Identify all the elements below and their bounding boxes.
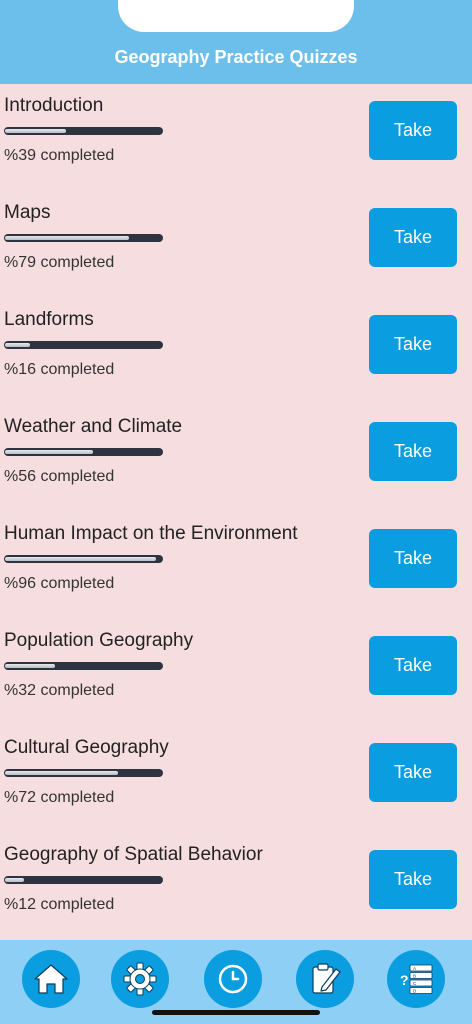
quiz-title: Cultural Geography <box>4 737 169 758</box>
quiz-status: %12 completed <box>4 896 115 913</box>
quiz-title: Landforms <box>4 309 94 330</box>
progress-bar <box>4 127 163 135</box>
quiz-status: %16 completed <box>4 361 115 378</box>
quiz-status: %56 completed <box>4 468 115 485</box>
list-item: Maps %79 completed Take <box>0 191 472 298</box>
progress-bar <box>4 662 163 670</box>
list-item: Landforms %16 completed Take <box>0 298 472 405</box>
quiz-status: %39 completed <box>4 147 115 164</box>
tab-settings[interactable] <box>111 950 169 1008</box>
progress-bar <box>4 341 163 349</box>
device-notch <box>118 0 354 32</box>
list-item: Cultural Geography %72 completed Take <box>0 726 472 833</box>
progress-fill <box>5 343 31 347</box>
take-button[interactable]: Take <box>369 850 457 909</box>
list-item: Introduction %39 completed Take <box>0 84 472 191</box>
tab-history[interactable] <box>204 950 262 1008</box>
quiz-list: Introduction %39 completed Take Maps %79… <box>0 84 472 940</box>
progress-fill <box>5 129 67 133</box>
app-header: Geography Practice Quizzes <box>0 0 472 84</box>
take-button[interactable]: Take <box>369 208 457 267</box>
take-button[interactable]: Take <box>369 743 457 802</box>
quiz-list-icon: ? A B C D <box>400 964 433 994</box>
quiz-title: Maps <box>4 202 51 223</box>
quiz-title: Geography of Spatial Behavior <box>4 844 263 865</box>
svg-text:A: A <box>413 966 416 971</box>
quiz-status: %96 completed <box>4 575 115 592</box>
take-button[interactable]: Take <box>369 315 457 374</box>
clipboard-edit-icon <box>312 963 341 994</box>
progress-fill <box>5 664 56 668</box>
tab-home[interactable] <box>22 950 80 1008</box>
progress-fill <box>5 557 156 561</box>
progress-fill <box>5 236 130 240</box>
progress-fill <box>5 878 24 882</box>
quiz-title: Human Impact on the Environment <box>4 523 298 544</box>
list-item: Human Impact on the Environment %96 comp… <box>0 512 472 619</box>
take-button[interactable]: Take <box>369 101 457 160</box>
quiz-status: %79 completed <box>4 254 115 271</box>
progress-bar <box>4 234 163 242</box>
page-title: Geography Practice Quizzes <box>114 47 358 67</box>
tab-notes[interactable] <box>296 950 354 1008</box>
list-item: Population Geography %32 completed Take <box>0 619 472 726</box>
clock-icon <box>218 964 248 994</box>
svg-text:B: B <box>413 974 416 979</box>
home-icon <box>34 964 68 994</box>
progress-bar <box>4 555 163 563</box>
list-item: Weather and Climate %56 completed Take <box>0 405 472 512</box>
quiz-title: Population Geography <box>4 630 194 651</box>
progress-fill <box>5 450 93 454</box>
gear-icon <box>123 962 157 996</box>
progress-bar <box>4 876 163 884</box>
svg-text:?: ? <box>400 972 409 988</box>
home-indicator <box>152 1010 320 1015</box>
quiz-status: %32 completed <box>4 682 115 699</box>
take-button[interactable]: Take <box>369 529 457 588</box>
progress-bar <box>4 448 163 456</box>
progress-bar <box>4 769 163 777</box>
take-button[interactable]: Take <box>369 636 457 695</box>
progress-fill <box>5 771 119 775</box>
tab-quizzes[interactable]: ? A B C D <box>387 950 445 1008</box>
quiz-title: Weather and Climate <box>4 416 183 437</box>
take-button[interactable]: Take <box>369 422 457 481</box>
quiz-status: %72 completed <box>4 789 115 806</box>
list-item: Geography of Spatial Behavior %12 comple… <box>0 833 472 940</box>
quiz-title: Introduction <box>4 95 104 116</box>
